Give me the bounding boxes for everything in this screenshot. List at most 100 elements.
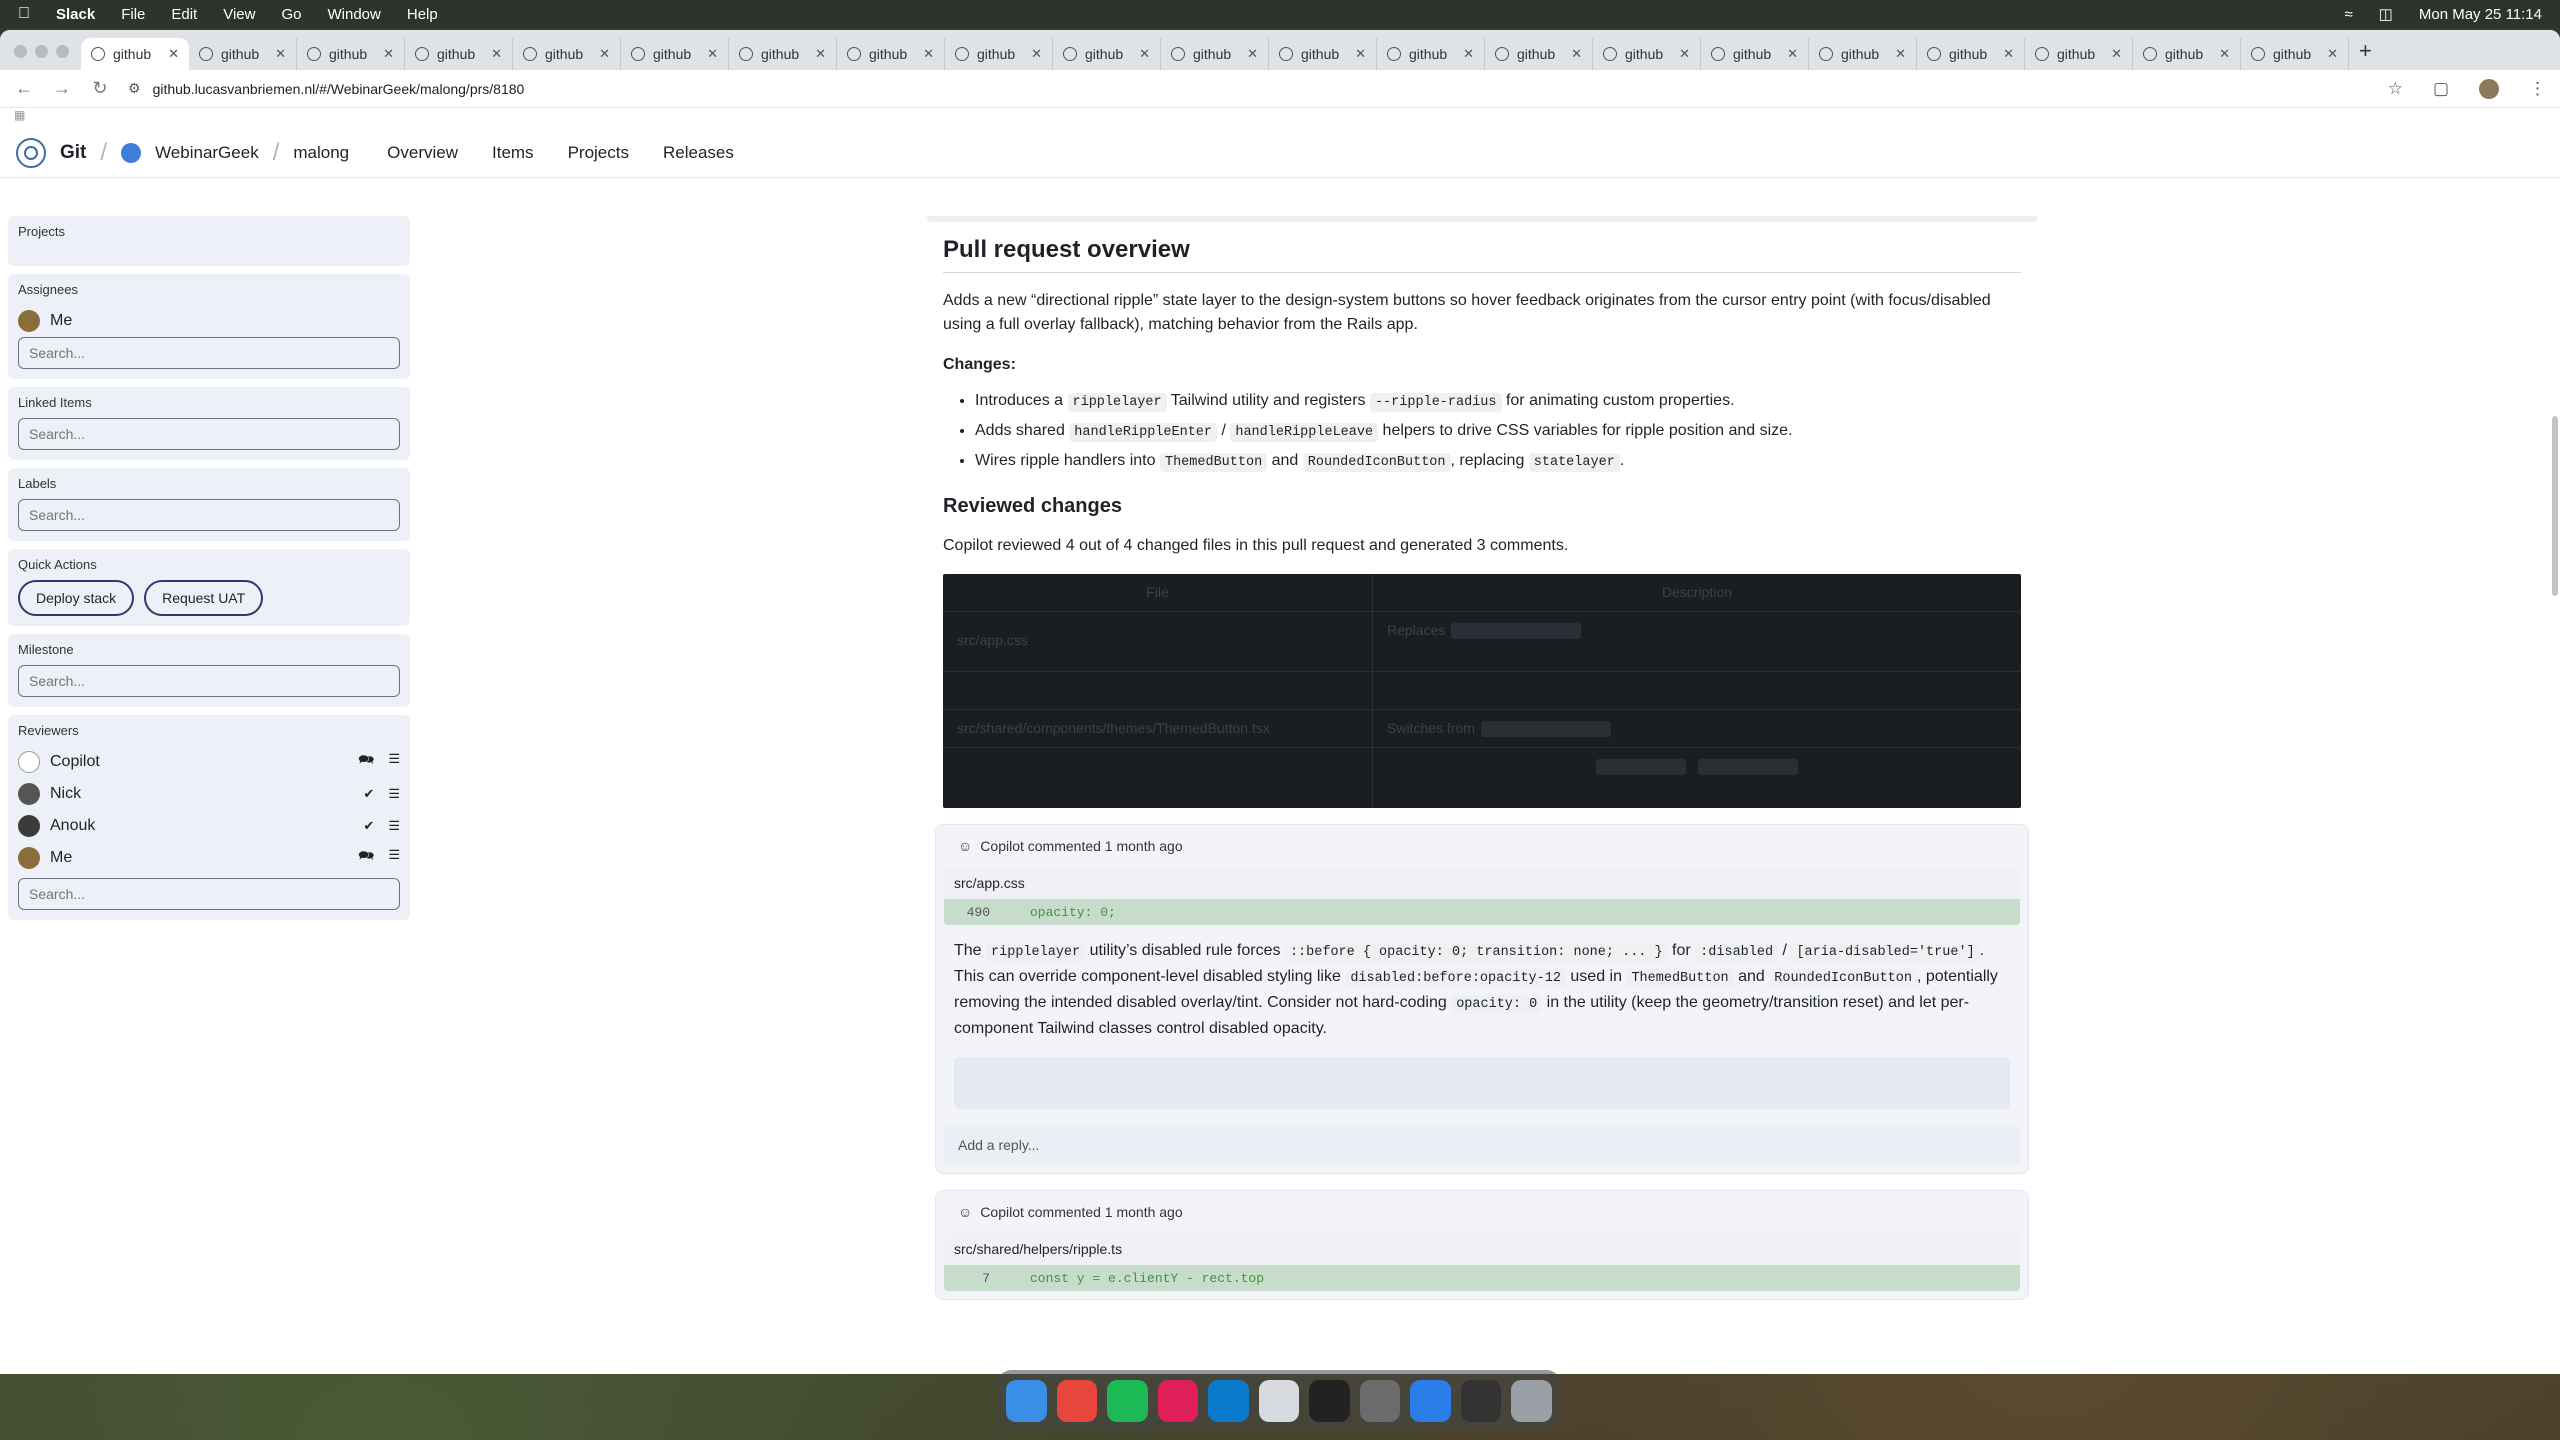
list-icon[interactable]: ☰ xyxy=(388,847,400,869)
linked-items-search-input[interactable] xyxy=(18,418,400,450)
reviewer-item[interactable]: Nick ✔ ☰ xyxy=(18,778,400,810)
preview-icon[interactable] xyxy=(1258,1380,1300,1422)
close-icon[interactable]: ✕ xyxy=(383,46,394,62)
browser-tab[interactable]: github ✕ xyxy=(621,38,729,70)
finder-icon[interactable] xyxy=(1006,1380,1047,1422)
browser-tab[interactable]: github ✕ xyxy=(945,38,1053,70)
browser-tab[interactable]: github ✕ xyxy=(1053,38,1161,70)
close-icon[interactable]: ✕ xyxy=(2219,46,2230,62)
reviewer-item[interactable]: Me 🗪 ☰ xyxy=(18,842,400,874)
menu-go[interactable]: Go xyxy=(281,6,301,23)
browser-tab[interactable]: github ✕ xyxy=(729,38,837,70)
wifi-icon[interactable]: ≈ xyxy=(2344,6,2352,23)
browser-tab[interactable]: github ✕ xyxy=(1161,38,1269,70)
close-icon[interactable]: ✕ xyxy=(168,46,179,62)
breadcrumb-repo[interactable]: malong xyxy=(293,143,349,163)
browser-tab[interactable]: github ✕ xyxy=(1485,38,1593,70)
github-desktop-icon[interactable] xyxy=(1359,1380,1401,1422)
spotify-icon[interactable] xyxy=(1107,1380,1148,1422)
close-icon[interactable]: ✕ xyxy=(923,46,934,62)
assignees-search-input[interactable] xyxy=(18,337,400,369)
file-name[interactable]: src/app.css xyxy=(944,867,2020,899)
reviewers-search-input[interactable] xyxy=(18,878,400,910)
deploy-stack-button[interactable]: Deploy stack xyxy=(18,580,135,616)
menubar-clock[interactable]: Mon May 25 11:14 xyxy=(2419,6,2542,23)
nav-items[interactable]: Items xyxy=(492,143,534,163)
menu-view[interactable]: View xyxy=(223,6,255,23)
menu-window[interactable]: Window xyxy=(328,6,381,23)
close-icon[interactable]: ✕ xyxy=(1139,46,1150,62)
profile-avatar[interactable] xyxy=(2479,78,2499,99)
browser-tab[interactable]: github ✕ xyxy=(1593,38,1701,70)
nav-releases[interactable]: Releases xyxy=(663,143,734,163)
browser-tab[interactable]: github ✕ xyxy=(1701,38,1809,70)
file-name[interactable]: src/shared/helpers/ripple.ts xyxy=(944,1233,2020,1265)
browser-tab[interactable]: github ✕ xyxy=(189,38,297,70)
close-icon[interactable]: ✕ xyxy=(2327,46,2338,62)
browser-tab[interactable]: github ✕ xyxy=(405,38,513,70)
close-window-button[interactable] xyxy=(14,45,27,58)
reload-icon[interactable]: ↻ xyxy=(90,78,110,99)
forward-icon[interactable]: → xyxy=(52,78,72,99)
table-cell[interactable]: src/shared/components/themes/ThemedButto… xyxy=(943,710,1373,747)
browser-tab[interactable]: github ✕ xyxy=(1809,38,1917,70)
browser-tab[interactable]: github ✕ xyxy=(297,38,405,70)
reviewer-item[interactable]: Anouk ✔ ☰ xyxy=(18,810,400,842)
browser-tab[interactable]: github ✕ xyxy=(513,38,621,70)
browser-tab[interactable]: github ✕ xyxy=(81,38,189,70)
browser-tab[interactable]: github ✕ xyxy=(2241,38,2349,70)
more-menu-icon[interactable]: ⋮ xyxy=(2529,79,2546,99)
menu-help[interactable]: Help xyxy=(407,6,438,23)
menu-edit[interactable]: Edit xyxy=(171,6,197,23)
browser-tab[interactable]: github ✕ xyxy=(837,38,945,70)
brand-name[interactable]: Git xyxy=(60,142,86,164)
apps-grid-icon[interactable]: ▦ xyxy=(0,108,2560,128)
labels-search-input[interactable] xyxy=(18,499,400,531)
browser-tab[interactable]: github ✕ xyxy=(1377,38,1485,70)
slack-icon[interactable] xyxy=(1157,1380,1199,1422)
vscode-icon[interactable] xyxy=(1208,1380,1249,1422)
app-icon[interactable] xyxy=(1460,1380,1502,1422)
table-cell[interactable]: src/app.css xyxy=(943,612,1373,671)
close-icon[interactable]: ✕ xyxy=(1787,46,1798,62)
extensions-icon[interactable]: ▢ xyxy=(2433,79,2449,99)
minimize-window-button[interactable] xyxy=(35,45,48,58)
browser-tab[interactable]: github ✕ xyxy=(2133,38,2241,70)
list-icon[interactable]: ☰ xyxy=(388,786,400,802)
new-tab-button[interactable]: + xyxy=(2359,38,2372,64)
close-icon[interactable]: ✕ xyxy=(707,46,718,62)
close-icon[interactable]: ✕ xyxy=(2111,46,2122,62)
close-icon[interactable]: ✕ xyxy=(1355,46,1366,62)
reviewer-item[interactable]: Copilot 🗪 ☰ xyxy=(18,746,400,778)
close-icon[interactable]: ✕ xyxy=(2003,46,2014,62)
request-uat-button[interactable]: Request UAT xyxy=(144,580,264,616)
close-icon[interactable]: ✕ xyxy=(1571,46,1582,62)
nav-projects[interactable]: Projects xyxy=(568,143,629,163)
scrollbar[interactable] xyxy=(2552,416,2558,596)
close-icon[interactable]: ✕ xyxy=(1895,46,1906,62)
close-icon[interactable]: ✕ xyxy=(491,46,502,62)
reply-input[interactable]: Add a reply... xyxy=(944,1125,2020,1165)
close-icon[interactable]: ✕ xyxy=(1247,46,1258,62)
terminal-icon[interactable] xyxy=(1309,1380,1350,1422)
breadcrumb-org[interactable]: WebinarGeek xyxy=(155,143,259,163)
browser-tab[interactable]: github ✕ xyxy=(2025,38,2133,70)
close-icon[interactable]: ✕ xyxy=(275,46,286,62)
site-settings-icon[interactable]: ⚙ xyxy=(128,80,141,97)
git-logo-icon[interactable] xyxy=(16,137,46,168)
url-field[interactable]: ⚙ github.lucasvanbriemen.nl/#/WebinarGee… xyxy=(128,80,2370,97)
close-icon[interactable]: ✕ xyxy=(1463,46,1474,62)
zoom-window-button[interactable] xyxy=(56,45,69,58)
close-icon[interactable]: ✕ xyxy=(815,46,826,62)
list-icon[interactable]: ☰ xyxy=(388,818,400,834)
close-icon[interactable]: ✕ xyxy=(599,46,610,62)
browser-tab[interactable]: github ✕ xyxy=(1269,38,1377,70)
control-center-icon[interactable]: ◫ xyxy=(2379,5,2393,23)
back-icon[interactable]: ← xyxy=(14,78,34,99)
menu-file[interactable]: File xyxy=(121,6,145,23)
chrome-icon[interactable] xyxy=(1056,1380,1098,1422)
bookmark-star-icon[interactable]: ☆ xyxy=(2388,79,2403,99)
close-icon[interactable]: ✕ xyxy=(1679,46,1690,62)
close-icon[interactable]: ✕ xyxy=(1031,46,1042,62)
url-text[interactable]: github.lucasvanbriemen.nl/#/WebinarGeek/… xyxy=(153,81,525,97)
